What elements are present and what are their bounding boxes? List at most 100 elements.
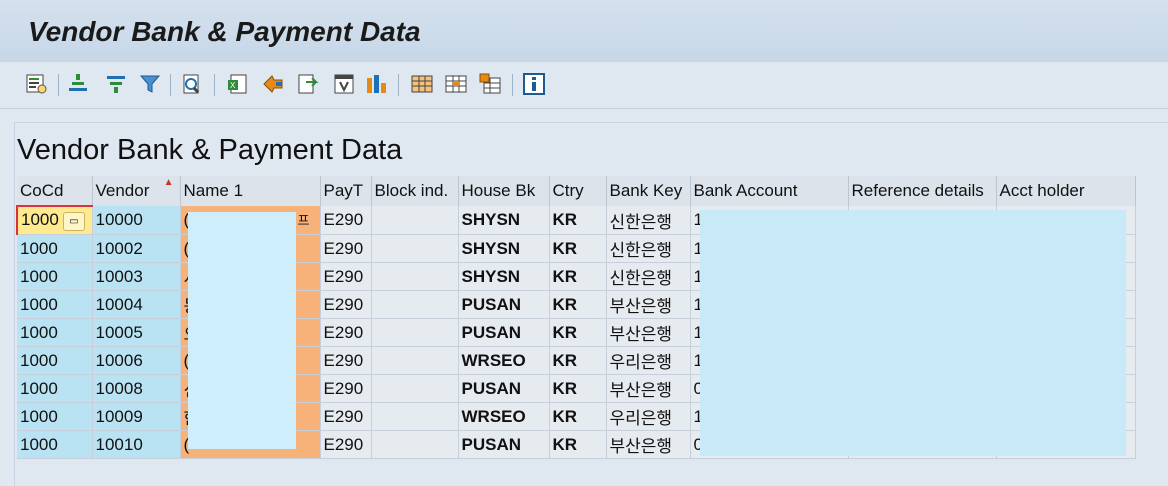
cell-bank-key-text: 부산은행 <box>609 297 673 316</box>
column-header-cocd[interactable]: CoCd <box>17 176 93 206</box>
cell-vendor[interactable]: 10008 <box>92 374 181 403</box>
cell-block-ind[interactable] <box>371 346 459 375</box>
cell-bank-key[interactable]: 부산은행 <box>606 430 691 459</box>
cell-payt[interactable]: E290 <box>320 318 372 347</box>
value-help-icon[interactable]: ▭ <box>62 211 85 231</box>
cell-ctry[interactable]: KR <box>549 402 607 431</box>
spreadsheet-icon[interactable]: X <box>226 72 250 96</box>
redacted-name-area <box>188 212 296 449</box>
cell-block-ind[interactable] <box>371 290 459 319</box>
cell-block-ind[interactable] <box>371 374 459 403</box>
cell-payt[interactable]: E290 <box>320 346 372 375</box>
column-header-block-ind[interactable]: Block ind. <box>371 176 459 206</box>
abc-analysis-icon[interactable] <box>332 72 356 96</box>
column-header-payt[interactable]: PayT <box>320 176 372 206</box>
cell-ctry[interactable]: KR <box>549 290 607 319</box>
cell-payt-text: E290 <box>323 238 364 258</box>
details-icon[interactable] <box>24 72 48 96</box>
cell-house-bk[interactable]: PUSAN <box>458 430 550 459</box>
cell-cocd[interactable]: 1000 <box>17 234 93 263</box>
column-header-house-bk[interactable]: House Bk <box>458 176 550 206</box>
cell-ctry[interactable]: KR <box>549 374 607 403</box>
cell-vendor[interactable]: 10009 <box>92 402 181 431</box>
word-processing-icon[interactable] <box>262 72 286 96</box>
column-header-name1[interactable]: Name 1 <box>180 176 321 206</box>
cell-ctry[interactable]: KR <box>549 346 607 375</box>
cell-cocd[interactable]: 1000 <box>17 374 93 403</box>
cell-payt-text: E290 <box>323 434 364 454</box>
cell-house-bk[interactable]: SHYSN <box>458 262 550 291</box>
graphic-icon[interactable] <box>364 72 388 96</box>
cell-cocd[interactable]: 1000 <box>17 430 93 459</box>
cell-block-ind[interactable] <box>371 430 459 459</box>
cell-ctry[interactable]: KR <box>549 430 607 459</box>
cell-vendor[interactable]: 10006 <box>92 346 181 375</box>
cell-block-ind[interactable] <box>371 318 459 347</box>
cell-cocd[interactable]: 1000 <box>17 318 93 347</box>
cell-bank-key[interactable]: 신한은행 <box>606 262 691 291</box>
cell-bank-key[interactable]: 부산은행 <box>606 318 691 347</box>
cell-cocd[interactable]: 1000 <box>17 290 93 319</box>
cell-bank-key[interactable]: 신한은행 <box>606 234 691 263</box>
column-header-acct-holder[interactable]: Acct holder <box>996 176 1136 206</box>
cell-bank-key[interactable]: 우리은행 <box>606 402 691 431</box>
cell-ctry[interactable]: KR <box>549 262 607 291</box>
sort-ascending-icon[interactable] <box>66 72 90 96</box>
cell-vendor[interactable]: 10002 <box>92 234 181 263</box>
cell-cocd[interactable]: 1000 <box>17 402 93 431</box>
cell-vendor[interactable]: 10010 <box>92 430 181 459</box>
cell-block-ind[interactable] <box>371 262 459 291</box>
column-header-bank-account[interactable]: Bank Account <box>690 176 849 206</box>
cell-payt-text: E290 <box>323 210 364 229</box>
local-file-icon[interactable] <box>296 72 320 96</box>
cell-payt[interactable]: E290 <box>320 402 372 431</box>
sort-ascending-indicator-icon: ▲ <box>163 177 174 188</box>
cell-vendor[interactable]: 10003 <box>92 262 181 291</box>
cell-ctry[interactable]: KR <box>549 234 607 263</box>
column-header-ctry[interactable]: Ctry <box>549 176 607 206</box>
print-preview-icon[interactable] <box>180 72 204 96</box>
cell-cocd[interactable]: 1000 <box>17 346 93 375</box>
cell-bank-key[interactable]: 부산은행 <box>606 374 691 403</box>
save-layout-icon[interactable] <box>478 72 502 96</box>
cell-bank-key[interactable]: 우리은행 <box>606 346 691 375</box>
column-header-reference-details[interactable]: Reference details <box>848 176 997 206</box>
cell-house-bk[interactable]: WRSEO <box>458 402 550 431</box>
column-header-bank-key[interactable]: Bank Key <box>606 176 691 206</box>
cell-house-bk[interactable]: PUSAN <box>458 374 550 403</box>
cell-payt[interactable]: E290 <box>320 290 372 319</box>
select-layout-icon[interactable] <box>444 72 468 96</box>
information-icon[interactable] <box>522 72 546 96</box>
cell-block-ind[interactable] <box>371 234 459 263</box>
cell-payt[interactable]: E290 <box>320 374 372 403</box>
cell-vendor[interactable]: 10005 <box>92 318 181 347</box>
cell-house-bk[interactable]: PUSAN <box>458 290 550 319</box>
cell-house-bk[interactable]: PUSAN <box>458 318 550 347</box>
cell-vendor[interactable]: 10000 <box>92 206 181 235</box>
cell-ctry[interactable]: KR <box>549 318 607 347</box>
cell-house-bk[interactable]: WRSEO <box>458 346 550 375</box>
cell-cocd[interactable]: 1000 ▭ <box>16 205 93 235</box>
cell-ctry-text: KR <box>552 378 578 398</box>
cell-vendor-text: 10010 <box>95 434 143 454</box>
cell-payt-text: E290 <box>323 266 364 286</box>
cell-block-ind[interactable] <box>371 206 459 235</box>
column-header-vendor[interactable]: Vendor ▲ <box>92 176 181 206</box>
cell-ctry[interactable]: KR <box>549 206 607 235</box>
cell-block-ind[interactable] <box>371 402 459 431</box>
cell-payt[interactable]: E290 <box>320 262 372 291</box>
cell-bank-key[interactable]: 부산은행 <box>606 290 691 319</box>
filter-icon[interactable] <box>138 72 162 96</box>
cell-payt[interactable]: E290 <box>320 234 372 263</box>
cell-payt[interactable]: E290 <box>320 430 372 459</box>
cell-house-bk[interactable]: SHYSN <box>458 234 550 263</box>
cell-payt[interactable]: E290 <box>320 206 372 235</box>
sort-descending-icon[interactable] <box>104 72 128 96</box>
cell-cocd-text: 1000 <box>20 294 58 314</box>
cell-cocd-text: 1000 <box>20 266 58 286</box>
cell-house-bk[interactable]: SHYSN <box>458 206 550 235</box>
cell-vendor[interactable]: 10004 <box>92 290 181 319</box>
cell-bank-key[interactable]: 신한은행 <box>606 206 691 235</box>
cell-cocd[interactable]: 1000 <box>17 262 93 291</box>
change-layout-icon[interactable] <box>410 72 434 96</box>
